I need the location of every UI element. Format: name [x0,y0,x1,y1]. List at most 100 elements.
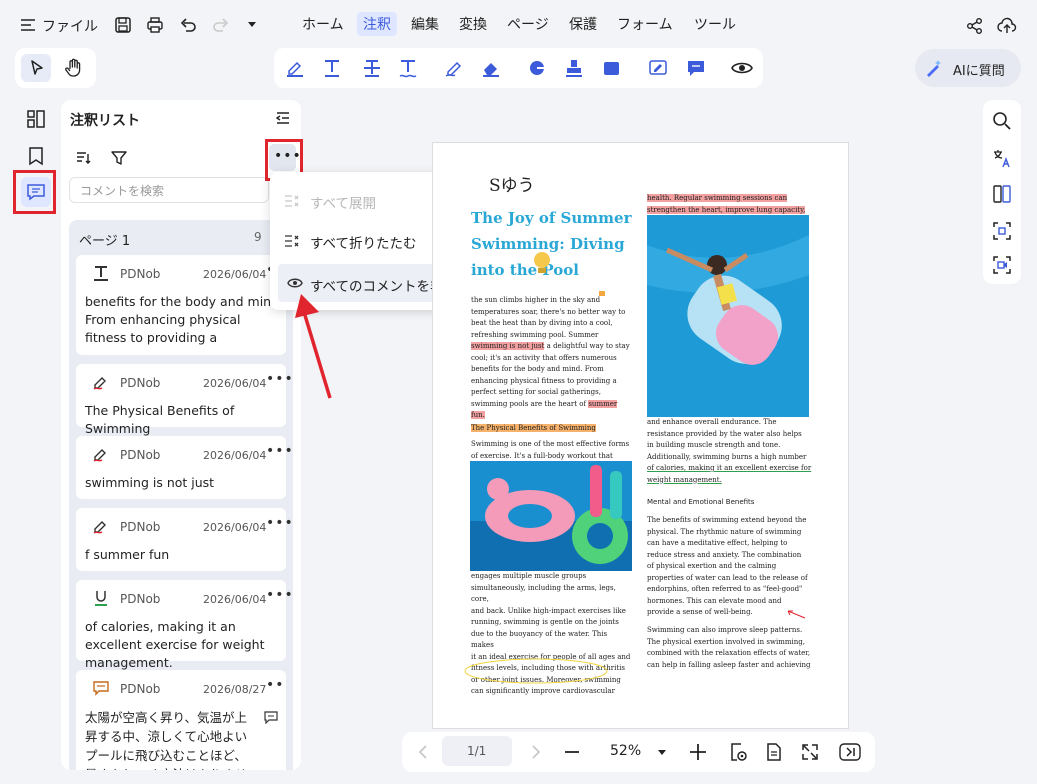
highlight-pen-icon [92,373,110,391]
eraser-tool-icon[interactable] [481,58,503,80]
collapse-panel-icon[interactable] [275,110,291,126]
menu-home[interactable]: ホーム [302,14,344,34]
menu-page[interactable]: ページ [507,14,549,34]
annotation-card[interactable]: PDNob 2026/06/04 ••• f summer fun [76,508,293,571]
col2-top: health. Regular swimming sessions can st… [647,194,806,214]
stamp-tool-icon[interactable] [564,58,586,80]
card-author: PDNob [120,267,161,281]
fullscreen-icon[interactable] [800,742,820,762]
menu-protect[interactable]: 保護 [569,14,597,34]
shape-tool-icon[interactable] [527,58,549,80]
card-author: PDNob [120,520,161,534]
card-text: swimming is not just [85,475,215,490]
page-layout-icon[interactable] [764,742,784,762]
ellipse-annotation [464,658,608,684]
annotation-card[interactable]: PDNob 2026/06/04 ••• The Physical Benefi… [76,364,293,436]
menu-annotate[interactable]: 注釈 [357,12,397,36]
annotation-card[interactable]: PDNob 2026/06/04 ••• swimming is not jus… [76,436,293,499]
highlight-pen-icon [92,445,110,463]
zoom-out-icon[interactable] [564,744,580,760]
comment-search-input[interactable]: コメントを検索 [69,177,269,203]
pointer-tools [15,48,96,88]
menu-edit[interactable]: 編集 [411,14,439,34]
col2-heading: Mental and Emotional Benefits [647,498,755,506]
card-date: 2026/08/27 [203,683,267,696]
search-icon[interactable] [992,111,1012,131]
flamingo-float-image [470,461,632,571]
red-arrow-icon [295,294,332,399]
menu-convert[interactable]: 変換 [459,14,487,34]
select-tool[interactable] [21,54,51,82]
card-date: 2026/06/04 [203,449,267,462]
annotation-card[interactable]: PDNob 2026/06/04 ••• of calories, making… [76,580,293,670]
card-more-icon[interactable]: ••• [266,677,286,693]
handwriting-annotation: Sゆう [489,176,535,196]
menu-tools[interactable]: ツール [694,14,736,34]
col1-para-a: Swimming is one of the most effective fo… [471,440,630,460]
hamburger-icon[interactable] [20,17,36,33]
translate-icon[interactable] [992,148,1012,168]
compare-icon[interactable] [992,184,1012,204]
highlight-tool-icon[interactable] [285,58,307,80]
card-text: of calories, making it an excellent exer… [85,619,265,670]
card-author: PDNob [120,592,161,606]
strikethrough-tool-icon[interactable] [362,58,384,80]
page-label: ページ 1 [79,234,131,249]
collapse-icon [284,233,300,249]
annotation-card[interactable]: PDNob 2026/08/27 ••• 太陽が空高く昇り、気温が上昇する中、涼… [76,670,286,770]
page-number-input[interactable]: 1/1 [442,736,512,766]
signature-tool-icon[interactable] [648,58,670,80]
page-group: ページ 1 9 PDNob 2026/06/04 ••• benefits fo… [69,220,293,770]
pencil-tool-icon[interactable] [444,58,466,80]
ask-ai-button[interactable]: AIに質問 [915,49,1021,87]
redo-icon[interactable] [212,16,234,38]
share-icon[interactable] [966,17,988,39]
menu-form[interactable]: フォーム [617,14,673,34]
filter-icon[interactable] [111,150,127,166]
top-bar: ファイル ホーム 注釈 編集 変換 ページ 保護 フォーム ツール [0,0,1037,50]
zoom-in-icon[interactable] [689,743,707,761]
thumbnails-icon[interactable] [25,108,49,132]
zoom-dropdown-icon[interactable] [658,748,666,756]
comment-tool-icon[interactable] [686,58,708,80]
collapse-all-label: すべて折りたたむ [310,236,417,252]
col2-para-c: Swimming can also improve sleep patterns… [647,626,811,669]
next-page-icon[interactable] [530,744,542,760]
page-number-value: 1/1 [467,744,487,758]
collapse-toolbar-icon[interactable] [839,742,861,762]
card-more-icon[interactable]: ••• [266,443,294,459]
save-icon[interactable] [114,16,136,38]
crop-icon[interactable] [992,221,1012,241]
text-tool-icon[interactable] [322,58,344,80]
file-menu[interactable]: ファイル [42,16,98,36]
eye-visibility-icon[interactable] [731,58,753,80]
sort-icon[interactable] [75,150,91,166]
card-author: PDNob [120,682,161,696]
card-more-icon[interactable]: ••• [266,515,294,531]
annotation-panel: 注釈リスト ••• コメントを検索 ページ 1 9 PDNob 2026/06/… [61,100,301,770]
underline-tool-icon[interactable] [398,58,420,80]
area-tool-icon[interactable] [602,58,624,80]
annotation-card[interactable]: PDNob 2026/06/04 ••• benefits for the bo… [76,255,293,355]
hand-tool-icon[interactable] [65,58,83,78]
dropdown-caret-icon[interactable] [247,19,269,41]
page-count: 9 [254,230,262,244]
undo-icon[interactable] [179,16,201,38]
panel-title: 注釈リスト [70,113,140,129]
col2-para-b: The benefits of swimming extend beyond t… [647,516,808,616]
right-tool-rail [983,100,1021,284]
pdf-page[interactable]: Sゆう The Joy of Summer Swimming: Diving i… [432,142,849,729]
print-icon[interactable] [146,16,168,38]
fit-view-icon[interactable] [728,742,748,762]
underline-icon [92,589,110,607]
card-date: 2026/06/04 [203,521,267,534]
reply-comment-icon[interactable] [264,710,278,724]
bookmark-icon[interactable] [25,145,49,169]
screen-record-icon[interactable] [992,255,1012,275]
prev-page-icon[interactable] [417,744,429,760]
doc-title: The Joy of Summer Swimming: Diving into … [471,209,632,279]
zoom-level[interactable]: 52% [610,743,641,759]
card-date: 2026/06/04 [203,593,267,606]
cloud-upload-icon[interactable] [997,16,1019,38]
card-more-icon[interactable]: ••• [266,587,294,603]
